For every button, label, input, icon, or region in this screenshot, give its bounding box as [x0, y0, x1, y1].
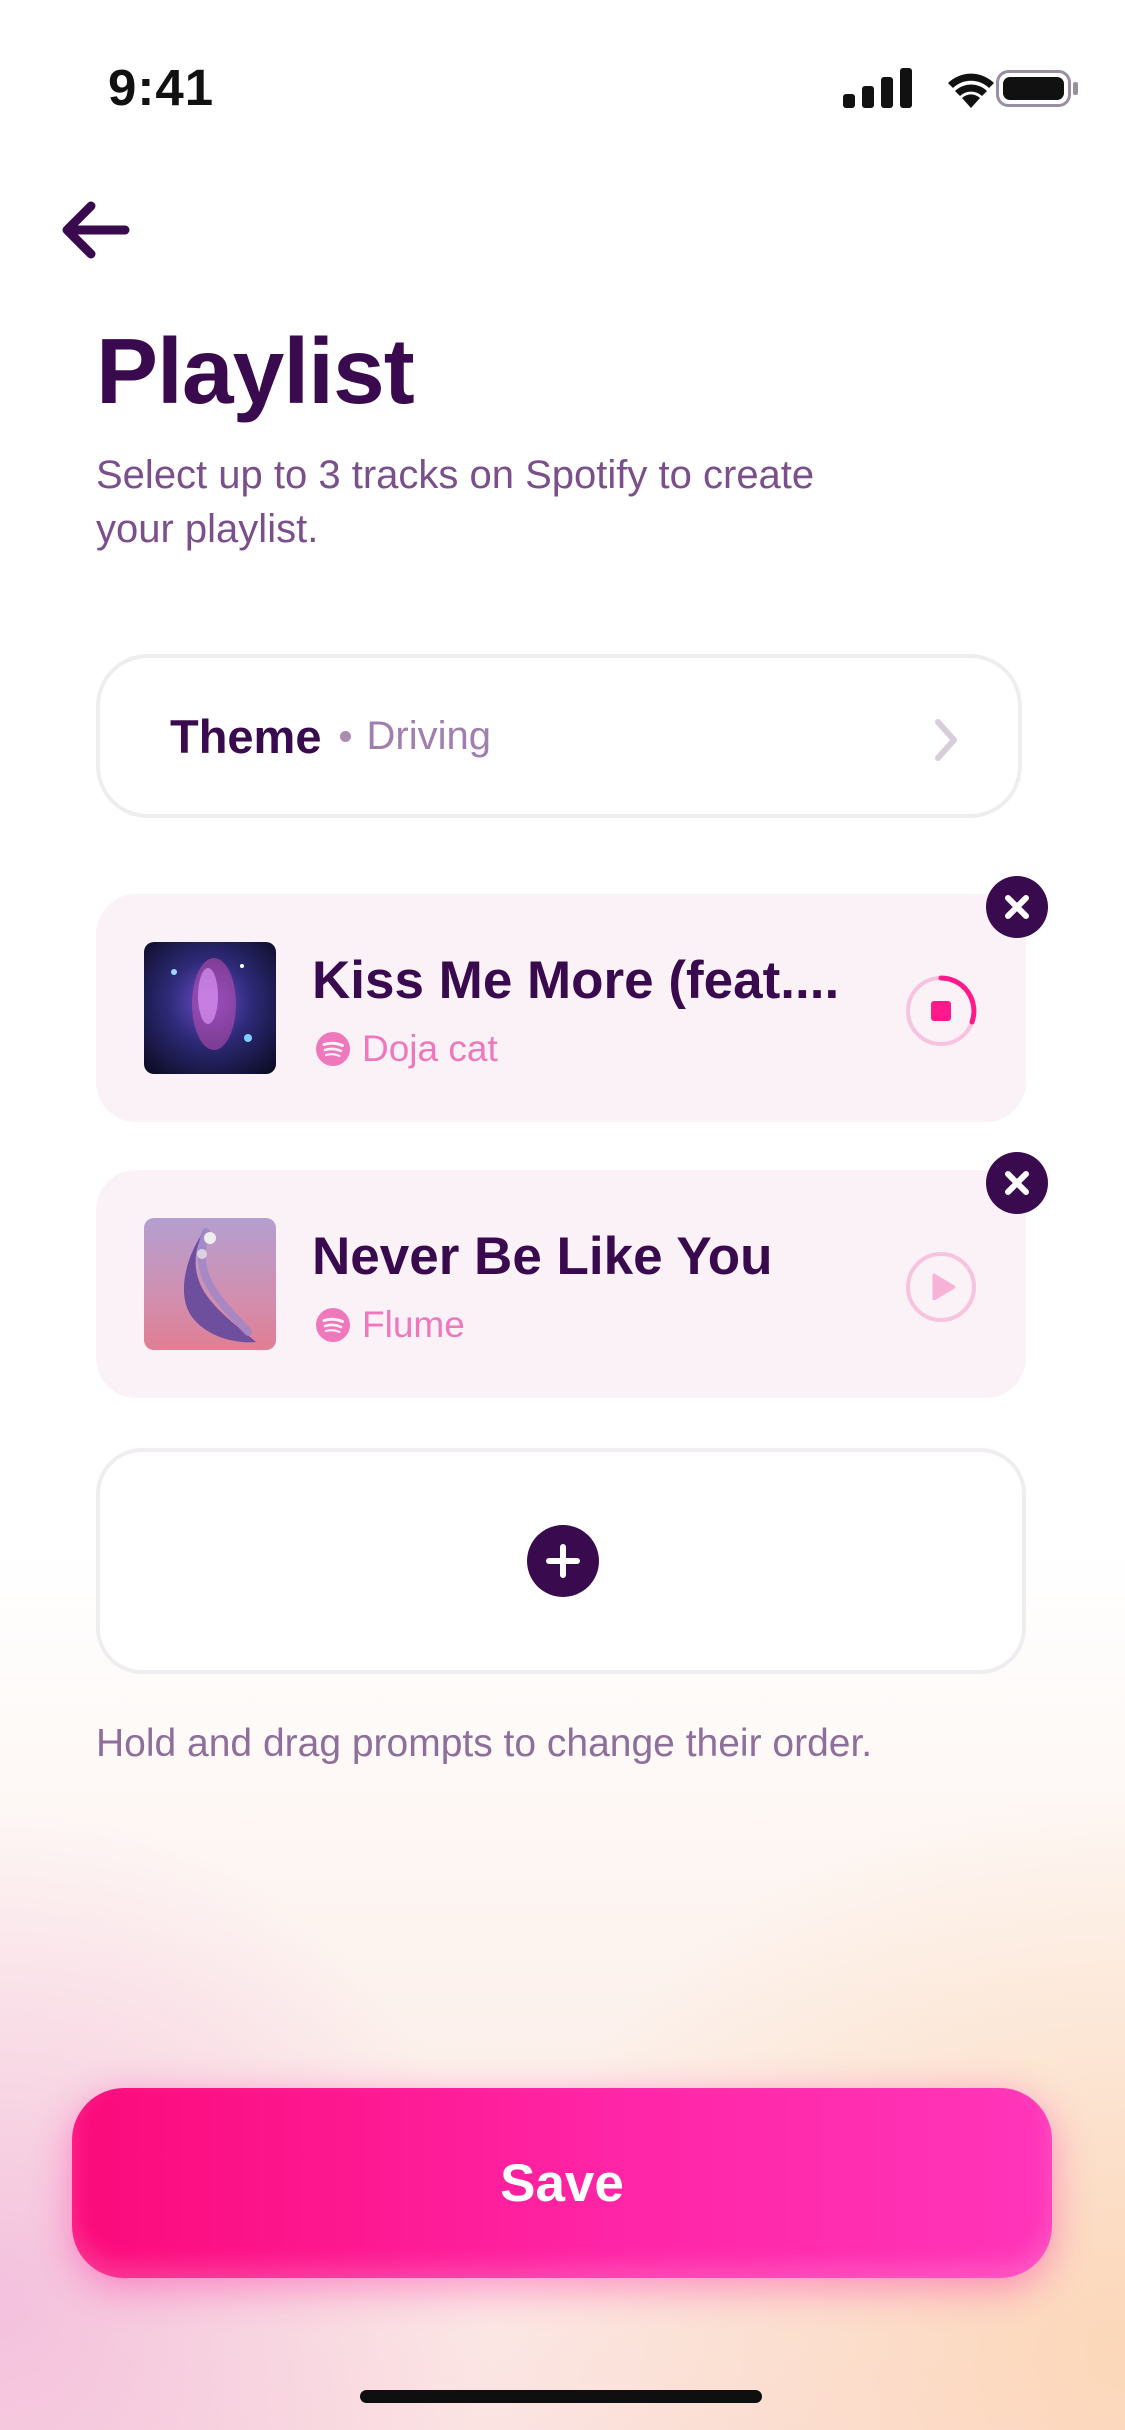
artist-name: Doja cat: [362, 1028, 498, 1069]
page-subtitle: Select up to 3 tracks on Spotify to crea…: [96, 453, 815, 551]
stop-button[interactable]: [904, 974, 978, 1048]
artist-name: Flume: [362, 1304, 465, 1345]
theme-value: Driving: [366, 713, 491, 758]
track-card[interactable]: Kiss Me More (feat.... Doja cat: [96, 894, 1026, 1122]
close-icon: [1005, 895, 1029, 919]
close-icon: [1005, 1171, 1029, 1195]
play-button[interactable]: [904, 1250, 978, 1324]
stop-icon: [931, 1001, 951, 1021]
back-button[interactable]: [55, 190, 135, 270]
wifi-icon: [948, 73, 994, 108]
spotify-icon: [316, 1032, 350, 1066]
theme-label: Theme: [170, 709, 322, 763]
cellular-signal-icon: [843, 68, 912, 108]
theme-selector[interactable]: Theme Driving: [96, 654, 1022, 818]
remove-track-button[interactable]: [986, 1152, 1048, 1214]
spotify-icon: [316, 1308, 350, 1342]
track-title: Never Be Like You: [312, 1227, 773, 1286]
track-card[interactable]: Never Be Like You Flume: [96, 1170, 1026, 1398]
separator-dot: [339, 730, 351, 742]
save-button[interactable]: Save: [72, 2088, 1052, 2278]
plus-icon: [527, 1525, 599, 1597]
track-artist: Flume: [316, 1304, 465, 1346]
status-time: 9:41: [108, 59, 215, 116]
home-indicator: [360, 2390, 762, 2403]
album-art: [144, 1218, 276, 1350]
play-icon: [932, 1273, 956, 1301]
album-art: [144, 942, 276, 1074]
save-label: Save: [500, 2153, 624, 2213]
page-title: Playlist: [96, 319, 415, 423]
reorder-hint: Hold and drag prompts to change their or…: [96, 1722, 873, 1765]
add-track-button[interactable]: [96, 1448, 1026, 1674]
track-artist: Doja cat: [316, 1028, 498, 1070]
chevron-right-icon: [935, 719, 957, 761]
status-icons: [840, 66, 1080, 110]
battery-icon: [996, 70, 1078, 107]
track-title: Kiss Me More (feat....: [312, 951, 840, 1010]
remove-track-button[interactable]: [986, 876, 1048, 938]
arrow-left-icon: [62, 201, 130, 259]
